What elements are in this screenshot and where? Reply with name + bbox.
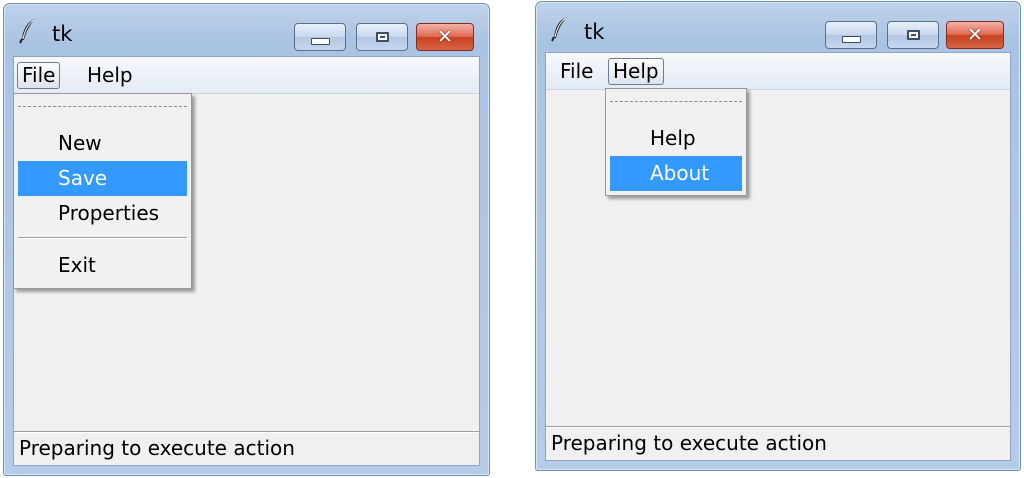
tearoff-line[interactable] — [18, 106, 187, 107]
menu-item-properties[interactable]: Properties — [18, 196, 187, 231]
menu-item-exit[interactable]: Exit — [18, 248, 187, 283]
close-icon: ✕ — [967, 23, 983, 46]
menu-item-about[interactable]: About — [610, 156, 742, 191]
menu-bar: File Help — [546, 53, 1010, 90]
title-bar[interactable]: tk ✕ — [4, 4, 489, 56]
maximize-icon — [375, 32, 389, 42]
close-button[interactable]: ✕ — [416, 23, 474, 51]
minimize-button[interactable] — [825, 21, 877, 49]
window-title: tk — [52, 22, 73, 46]
maximize-button[interactable] — [356, 23, 408, 51]
status-text: Preparing to execute action — [19, 436, 295, 460]
minimize-icon — [310, 37, 330, 45]
menu-item-new[interactable]: New — [18, 126, 187, 161]
tk-feather-icon — [551, 17, 567, 42]
menu-item-help[interactable]: Help — [610, 121, 742, 156]
file-dropdown-menu: New Save Properties Exit — [13, 93, 192, 289]
status-text: Preparing to execute action — [551, 431, 827, 455]
menu-separator — [18, 237, 187, 239]
status-bar: Preparing to execute action — [14, 431, 479, 465]
menu-item-save[interactable]: Save — [18, 161, 187, 196]
menubar-help[interactable]: Help — [608, 58, 664, 85]
maximize-icon — [906, 30, 920, 40]
status-bar: Preparing to execute action — [546, 426, 1010, 460]
menubar-file[interactable]: File — [556, 58, 597, 85]
menubar-help[interactable]: Help — [83, 62, 137, 89]
window-title: tk — [584, 20, 605, 44]
minimize-icon — [841, 35, 861, 43]
close-icon: ✕ — [437, 25, 453, 48]
tearoff-line[interactable] — [610, 101, 742, 102]
minimize-button[interactable] — [294, 23, 346, 51]
menubar-file[interactable]: File — [17, 62, 61, 89]
maximize-button[interactable] — [887, 21, 939, 49]
title-bar[interactable]: tk ✕ — [536, 2, 1020, 54]
tk-feather-icon — [19, 19, 35, 44]
menu-bar: File Help — [14, 57, 479, 94]
tk-window-help-menu: tk ✕ File Help Preparing to execute acti… — [535, 1, 1021, 471]
close-button[interactable]: ✕ — [946, 21, 1004, 49]
help-dropdown-menu: Help About — [605, 88, 747, 196]
